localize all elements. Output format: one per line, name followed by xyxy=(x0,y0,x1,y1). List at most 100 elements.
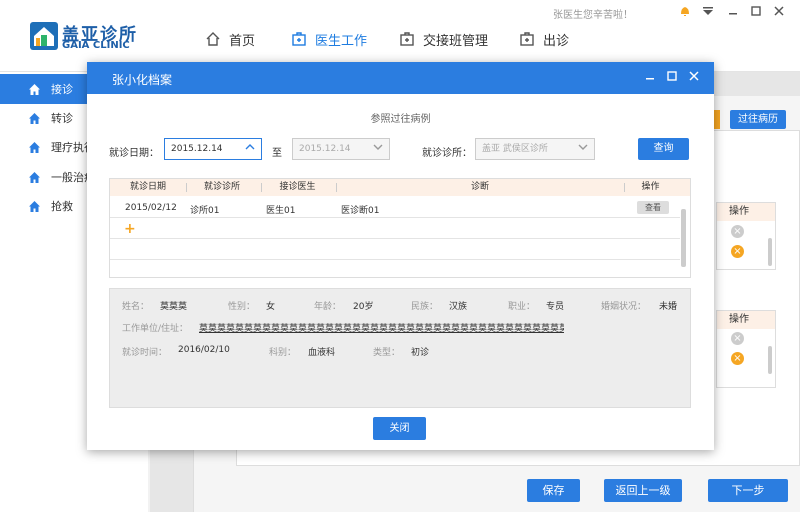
home-icon xyxy=(29,112,40,124)
marital-value: 未婚 xyxy=(659,302,678,312)
remove-icon[interactable]: × xyxy=(731,245,744,258)
chevron-down-icon[interactable] xyxy=(572,139,594,159)
save-button[interactable]: 保存 xyxy=(527,479,580,502)
chevron-up-icon[interactable] xyxy=(239,139,261,159)
nav-home[interactable]: 首页 xyxy=(205,26,255,52)
remove-icon[interactable]: × xyxy=(731,352,744,365)
minimize-icon[interactable] xyxy=(725,4,741,20)
name-value: 莫莫莫 xyxy=(160,302,188,312)
query-button[interactable]: 查询 xyxy=(638,138,689,160)
nav-doctor-work-label: 医生工作 xyxy=(315,33,368,49)
name-label: 姓名： xyxy=(122,302,150,312)
ethnicity-label: 民族： xyxy=(411,302,439,312)
modal-title-bar: 张小化档案 xyxy=(87,62,714,94)
column-header: 就诊诊所 xyxy=(203,182,240,192)
home-icon xyxy=(29,83,40,95)
type-label: 类型： xyxy=(373,348,401,358)
add-icon[interactable]: + xyxy=(124,221,136,237)
clinic-logo: 盖亚诊所 GAIA CLINIC xyxy=(30,20,140,52)
cell-diagnosis: 医诊断01 xyxy=(341,206,380,216)
close-window-icon[interactable] xyxy=(771,4,787,20)
close-button[interactable]: 关闭 xyxy=(373,417,426,440)
table-header: 就诊日期 就诊诊所 接诊医生 诊断 操作 xyxy=(110,179,690,196)
sidebar-item-label: 抢救 xyxy=(51,200,73,213)
date-to-field[interactable]: 2015.12.14 xyxy=(292,138,390,160)
remove-icon[interactable]: × xyxy=(731,332,744,345)
date-to-value: 2015.12.14 xyxy=(299,144,351,154)
column-header: 操作 xyxy=(641,182,660,192)
action-header: 操作 xyxy=(717,311,775,329)
job-value: 专员 xyxy=(546,302,565,312)
nav-outpatient-label: 出诊 xyxy=(543,33,570,49)
home-icon xyxy=(29,141,40,153)
gender-label: 性别： xyxy=(228,302,256,312)
medical-kit-icon xyxy=(292,32,306,46)
history-records-button[interactable]: 过往病历 xyxy=(730,110,786,129)
nav-doctor-work[interactable]: 医生工作 xyxy=(291,26,367,52)
logo-text-en: GAIA CLINIC xyxy=(62,40,130,51)
date-label: 就诊日期： xyxy=(109,148,159,159)
home-icon xyxy=(206,32,220,46)
address-label: 工作单位/住址： xyxy=(122,324,189,334)
next-step-button[interactable]: 下一步 xyxy=(708,479,788,502)
gender-value: 女 xyxy=(266,302,276,312)
action-header: 操作 xyxy=(717,203,775,221)
back-button[interactable]: 返回上一级 xyxy=(604,479,682,502)
action-panel-bottom: 操作 xyxy=(716,310,776,388)
age-value: 20岁 xyxy=(353,302,374,312)
visit-time-value: 2016/02/10 xyxy=(178,345,230,355)
cell-doctor: 医生01 xyxy=(266,206,296,216)
history-table: 就诊日期 就诊诊所 接诊医生 诊断 操作 2015/02/12 诊所01 医生0… xyxy=(109,178,691,278)
patient-record-modal: 张小化档案 参照过往病例 就诊日期： 2015.12.14 至 2015.12.… xyxy=(87,62,714,450)
nav-outpatient[interactable]: 出诊 xyxy=(519,26,569,52)
modal-title: 张小化档案 xyxy=(112,73,173,87)
to-label: 至 xyxy=(272,148,282,159)
logo-icon xyxy=(30,22,58,50)
column-divider xyxy=(261,183,262,192)
marital-label: 婚姻状况： xyxy=(601,302,647,312)
medical-kit-icon xyxy=(400,32,414,46)
patient-detail-panel: 姓名： 莫莫莫 性别： 女 年龄： 20岁 民族： 汉族 职业： 专员 婚姻状况… xyxy=(109,288,691,408)
column-divider xyxy=(336,183,337,192)
clinic-value: 盖亚 武侯区诊所 xyxy=(482,144,548,154)
view-button[interactable]: 查看 xyxy=(637,201,669,214)
notification-bell-icon[interactable] xyxy=(677,4,693,20)
nav-home-label: 首页 xyxy=(229,33,256,49)
nav-shift-management-label: 交接班管理 xyxy=(423,33,489,49)
maximize-icon[interactable] xyxy=(748,4,764,20)
nav-shift-management[interactable]: 交接班管理 xyxy=(399,26,488,52)
type-value: 初诊 xyxy=(411,348,430,358)
scrollbar[interactable] xyxy=(768,238,772,266)
home-icon xyxy=(29,200,40,212)
cell-date: 2015/02/12 xyxy=(125,203,177,213)
address-value: 莫莫莫莫莫莫莫莫莫莫莫莫莫莫莫莫莫莫莫莫莫莫莫莫莫莫莫莫莫莫莫莫莫莫莫莫莫莫莫莫… xyxy=(199,324,564,334)
department-value: 血液科 xyxy=(308,348,336,358)
column-divider xyxy=(624,183,625,192)
medical-kit-icon xyxy=(520,32,534,46)
greeting-text: 张医生您辛苦啦！ xyxy=(553,10,633,21)
minimize-icon[interactable] xyxy=(643,70,657,84)
column-header: 就诊日期 xyxy=(129,182,166,192)
clinic-select[interactable]: 盖亚 武侯区诊所 xyxy=(475,138,595,160)
row-divider xyxy=(110,217,680,218)
sidebar-item-label: 转诊 xyxy=(51,112,73,125)
ethnicity-value: 汉族 xyxy=(449,302,468,312)
sidebar-item-label: 接诊 xyxy=(51,83,73,96)
maximize-icon[interactable] xyxy=(665,70,679,84)
row-divider xyxy=(110,259,680,260)
home-icon xyxy=(29,171,40,183)
date-from-field[interactable]: 2015.12.14 xyxy=(164,138,262,160)
visit-time-label: 就诊时间： xyxy=(122,348,168,358)
clinic-label: 就诊诊所： xyxy=(422,148,472,159)
column-header: 接诊医生 xyxy=(279,182,316,192)
dropdown-menu-icon[interactable] xyxy=(700,4,716,20)
remove-icon[interactable]: × xyxy=(731,225,744,238)
column-divider xyxy=(186,183,187,192)
scrollbar[interactable] xyxy=(681,209,686,267)
date-from-value: 2015.12.14 xyxy=(171,144,223,154)
scrollbar[interactable] xyxy=(768,346,772,374)
department-label: 科别： xyxy=(269,348,297,358)
chevron-down-icon[interactable] xyxy=(367,139,389,159)
age-label: 年龄： xyxy=(314,302,342,312)
close-icon[interactable] xyxy=(687,70,701,84)
